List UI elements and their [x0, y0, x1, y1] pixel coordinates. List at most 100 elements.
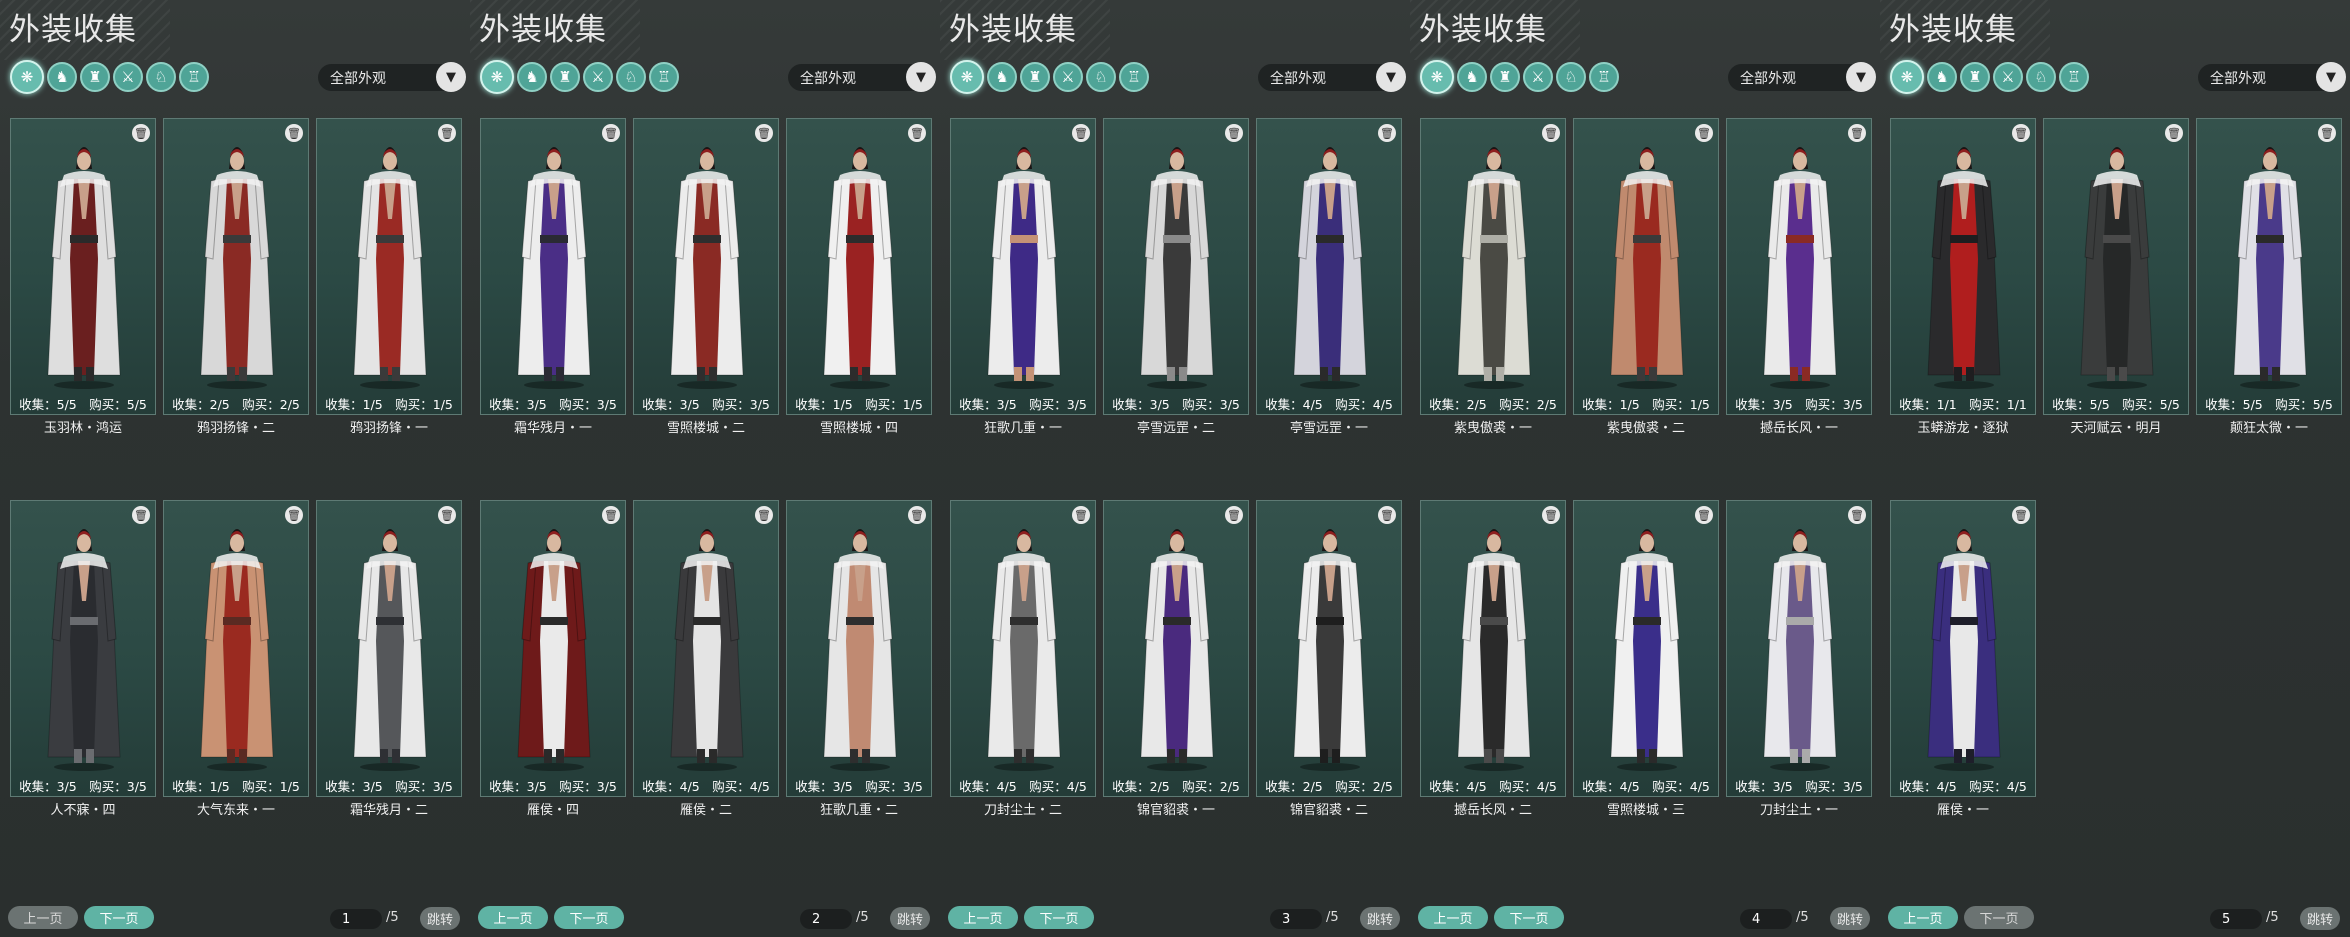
mount-icon[interactable]: ♘ — [1556, 62, 1586, 92]
next-page-button[interactable]: 下一页 — [1024, 906, 1094, 929]
appearance-filter-dropdown[interactable]: 全部外观 ▼ — [2198, 62, 2346, 92]
trash-icon[interactable]: 🗑 — [755, 124, 773, 142]
prev-page-button[interactable]: 上一页 — [478, 906, 548, 929]
pendant-icon[interactable]: ♖ — [1119, 62, 1149, 92]
top-outfit-icon[interactable]: ♞ — [1457, 62, 1487, 92]
outfit-card[interactable]: 🗑 收集：2/5 购买：2/5 — [1256, 500, 1402, 797]
prev-page-button[interactable]: 上一页 — [1888, 906, 1958, 929]
outfit-card[interactable]: 🗑 收集：5/5 购买：5/5 — [10, 118, 156, 415]
all-outfits-icon[interactable]: ❋ — [1890, 60, 1924, 94]
next-page-button[interactable]: 下一页 — [1494, 906, 1564, 929]
trash-icon[interactable]: 🗑 — [2012, 506, 2030, 524]
outfit-card[interactable]: 🗑 收集：1/5 购买：1/5 — [786, 118, 932, 415]
trash-icon[interactable]: 🗑 — [2318, 124, 2336, 142]
trash-icon[interactable]: 🗑 — [1378, 506, 1396, 524]
trash-icon[interactable]: 🗑 — [438, 506, 456, 524]
trash-icon[interactable]: 🗑 — [908, 506, 926, 524]
trash-icon[interactable]: 🗑 — [1542, 506, 1560, 524]
outfit-card[interactable]: 🗑 收集：3/5 购买：3/5 — [1103, 118, 1249, 415]
outfit-card[interactable]: 🗑 收集：3/5 购买：3/5 — [786, 500, 932, 797]
trash-icon[interactable]: 🗑 — [2165, 124, 2183, 142]
weapon-skin-icon[interactable]: ⚔ — [1523, 62, 1553, 92]
trash-icon[interactable]: 🗑 — [1542, 124, 1560, 142]
pendant-icon[interactable]: ♖ — [649, 62, 679, 92]
trash-icon[interactable]: 🗑 — [438, 124, 456, 142]
outfit-card[interactable]: 🗑 收集：1/1 购买：1/1 — [1890, 118, 2036, 415]
jump-button[interactable]: 跳转 — [1830, 907, 1870, 930]
outfit-card[interactable]: 🗑 收集：3/5 购买：3/5 — [480, 118, 626, 415]
next-page-button[interactable]: 下一页 — [1964, 906, 2034, 929]
outfit-card[interactable]: 🗑 收集：2/5 购买：2/5 — [1420, 118, 1566, 415]
mount-icon[interactable]: ♘ — [616, 62, 646, 92]
outfit-card[interactable]: 🗑 收集：4/5 购买：4/5 — [1573, 500, 1719, 797]
jump-button[interactable]: 跳转 — [2300, 907, 2340, 930]
page-number-input[interactable]: 4 — [1740, 909, 1792, 929]
outfit-card[interactable]: 🗑 收集：4/5 购买：4/5 — [1890, 500, 2036, 797]
trash-icon[interactable]: 🗑 — [1072, 506, 1090, 524]
top-outfit-icon[interactable]: ♞ — [987, 62, 1017, 92]
outfit-card[interactable]: 🗑 收集：4/5 购买：4/5 — [633, 500, 779, 797]
all-outfits-icon[interactable]: ❋ — [1420, 60, 1454, 94]
trash-icon[interactable]: 🗑 — [602, 124, 620, 142]
chevron-down-icon[interactable]: ▼ — [1376, 62, 1406, 92]
weapon-skin-icon[interactable]: ⚔ — [1993, 62, 2023, 92]
appearance-filter-dropdown[interactable]: 全部外观 ▼ — [1258, 62, 1406, 92]
hat-icon[interactable]: ♜ — [1960, 62, 1990, 92]
jump-button[interactable]: 跳转 — [1360, 907, 1400, 930]
trash-icon[interactable]: 🗑 — [2012, 124, 2030, 142]
trash-icon[interactable]: 🗑 — [908, 124, 926, 142]
trash-icon[interactable]: 🗑 — [132, 506, 150, 524]
chevron-down-icon[interactable]: ▼ — [2316, 62, 2346, 92]
outfit-card[interactable]: 🗑 收集：3/5 购买：3/5 — [950, 118, 1096, 415]
outfit-card[interactable]: 🗑 收集：1/5 购买：1/5 — [1573, 118, 1719, 415]
hat-icon[interactable]: ♜ — [1020, 62, 1050, 92]
outfit-card[interactable]: 🗑 收集：2/5 购买：2/5 — [163, 118, 309, 415]
prev-page-button[interactable]: 上一页 — [948, 906, 1018, 929]
top-outfit-icon[interactable]: ♞ — [517, 62, 547, 92]
outfit-card[interactable]: 🗑 收集：4/5 购买：4/5 — [950, 500, 1096, 797]
hat-icon[interactable]: ♜ — [1490, 62, 1520, 92]
all-outfits-icon[interactable]: ❋ — [10, 60, 44, 94]
outfit-card[interactable]: 🗑 收集：3/5 购买：3/5 — [1726, 500, 1872, 797]
trash-icon[interactable]: 🗑 — [1225, 124, 1243, 142]
weapon-skin-icon[interactable]: ⚔ — [113, 62, 143, 92]
outfit-card[interactable]: 🗑 收集：4/5 购买：4/5 — [1420, 500, 1566, 797]
trash-icon[interactable]: 🗑 — [285, 124, 303, 142]
outfit-card[interactable]: 🗑 收集：2/5 购买：2/5 — [1103, 500, 1249, 797]
page-number-input[interactable]: 3 — [1270, 909, 1322, 929]
outfit-card[interactable]: 🗑 收集：5/5 购买：5/5 — [2043, 118, 2189, 415]
outfit-card[interactable]: 🗑 收集：3/5 购买：3/5 — [480, 500, 626, 797]
pendant-icon[interactable]: ♖ — [1589, 62, 1619, 92]
chevron-down-icon[interactable]: ▼ — [906, 62, 936, 92]
hat-icon[interactable]: ♜ — [80, 62, 110, 92]
mount-icon[interactable]: ♘ — [1086, 62, 1116, 92]
pendant-icon[interactable]: ♖ — [179, 62, 209, 92]
all-outfits-icon[interactable]: ❋ — [480, 60, 514, 94]
trash-icon[interactable]: 🗑 — [1695, 124, 1713, 142]
weapon-skin-icon[interactable]: ⚔ — [1053, 62, 1083, 92]
next-page-button[interactable]: 下一页 — [84, 906, 154, 929]
trash-icon[interactable]: 🗑 — [1848, 506, 1866, 524]
page-number-input[interactable]: 5 — [2210, 909, 2262, 929]
prev-page-button[interactable]: 上一页 — [8, 906, 78, 929]
mount-icon[interactable]: ♘ — [2026, 62, 2056, 92]
next-page-button[interactable]: 下一页 — [554, 906, 624, 929]
trash-icon[interactable]: 🗑 — [285, 506, 303, 524]
outfit-card[interactable]: 🗑 收集：1/5 购买：1/5 — [163, 500, 309, 797]
chevron-down-icon[interactable]: ▼ — [1846, 62, 1876, 92]
top-outfit-icon[interactable]: ♞ — [47, 62, 77, 92]
outfit-card[interactable]: 🗑 收集：3/5 购买：3/5 — [10, 500, 156, 797]
top-outfit-icon[interactable]: ♞ — [1927, 62, 1957, 92]
trash-icon[interactable]: 🗑 — [1848, 124, 1866, 142]
trash-icon[interactable]: 🗑 — [755, 506, 773, 524]
appearance-filter-dropdown[interactable]: 全部外观 ▼ — [318, 62, 466, 92]
chevron-down-icon[interactable]: ▼ — [436, 62, 466, 92]
outfit-card[interactable]: 🗑 收集：3/5 购买：3/5 — [633, 118, 779, 415]
all-outfits-icon[interactable]: ❋ — [950, 60, 984, 94]
outfit-card[interactable]: 🗑 收集：3/5 购买：3/5 — [316, 500, 462, 797]
pendant-icon[interactable]: ♖ — [2059, 62, 2089, 92]
trash-icon[interactable]: 🗑 — [1072, 124, 1090, 142]
outfit-card[interactable]: 🗑 收集：1/5 购买：1/5 — [316, 118, 462, 415]
page-number-input[interactable]: 1 — [330, 909, 382, 929]
trash-icon[interactable]: 🗑 — [1695, 506, 1713, 524]
